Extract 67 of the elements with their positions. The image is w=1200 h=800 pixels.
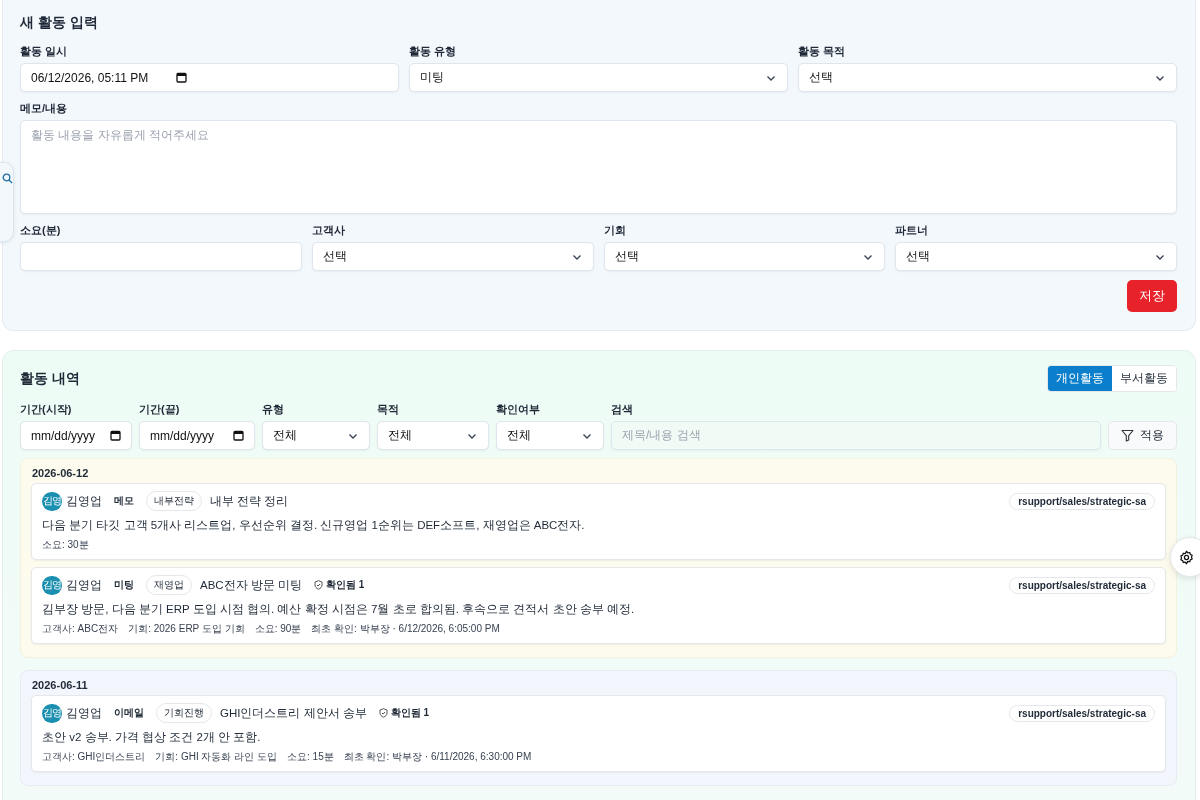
activity-type: 메모 [114, 494, 134, 508]
meta-text: 소요: 15분 [287, 750, 334, 764]
meta-text: 기회: 2026 ERP 도입 기회 [128, 622, 245, 636]
field-label: 활동 목적 [798, 44, 847, 59]
select-dropdown[interactable]: 전체 [262, 421, 370, 450]
settings-icon [1179, 549, 1194, 565]
group-date: 2026-06-12 [32, 467, 90, 479]
field-label: 확인여부 [496, 402, 541, 417]
calendar-icon [110, 430, 121, 441]
input-field[interactable] [20, 242, 302, 271]
meta-text: 소요: 30분 [42, 538, 89, 552]
date-field[interactable]: mm/dd/yyyy [20, 421, 132, 450]
tab[interactable]: 개인활동 [1048, 366, 1112, 391]
save-button[interactable]: 저장 [1127, 280, 1177, 312]
field-label: 메모/내용 [20, 101, 69, 116]
date-field[interactable]: mm/dd/yyyy [139, 421, 255, 450]
shield-check-icon [314, 580, 324, 590]
meta-text: 고객사: GHI인더스트리 [42, 750, 146, 764]
author-name: 김영업 [66, 577, 102, 593]
confirmation-status: 확인됨 1 [326, 578, 365, 592]
author-name: 김영업 [66, 705, 102, 721]
field-label: 유형 [262, 402, 285, 417]
activity-title: GHI인더스트리 제안서 송부 [220, 705, 367, 721]
shield-check-icon [378, 708, 388, 718]
activity-title: ABC전자 방문 미팅 [200, 577, 303, 593]
avatar: 김영 [42, 491, 62, 511]
field-label: 검색 [611, 402, 634, 417]
select-dropdown[interactable]: 선택 [311, 242, 594, 271]
select-dropdown[interactable]: 전체 [496, 421, 604, 450]
meta-text: 소요: 90분 [254, 622, 302, 636]
field-label: 활동 일시 [20, 44, 69, 59]
meta-text: 최초 확인: 박부장 · 6/11/2026, 6:30:00 PM [343, 750, 532, 764]
field-label: 고객사 [311, 223, 346, 238]
select-dropdown[interactable]: 미팅 [409, 63, 788, 92]
form-title: 새 활동 입력 [20, 14, 99, 32]
field-label: 목적 [377, 402, 400, 417]
confirmation-status: 확인됨 1 [390, 706, 430, 720]
activity-description: 초안 v2 송부. 가격 협상 조건 2개 안 포함. [42, 730, 262, 745]
author-name: 김영업 [66, 493, 102, 509]
select-dropdown[interactable]: 선택 [895, 242, 1177, 271]
select-dropdown[interactable]: 선택 [603, 242, 886, 271]
search-icon [2, 173, 13, 184]
meta-text: 고객사: ABC전자 [42, 622, 119, 636]
field-label: 기회 [603, 223, 627, 238]
field-label: 파트너 [895, 223, 930, 238]
select-dropdown[interactable]: 선택 [798, 63, 1177, 92]
section-title: 활동 내역 [20, 369, 80, 388]
activity-title: 내부 전략 정리 [210, 493, 289, 509]
activity-type: 미팅 [114, 578, 134, 592]
calendar-icon [176, 72, 188, 83]
field-label: 활동 유형 [409, 44, 458, 59]
activity-description: 다음 분기 타깃 고객 5개사 리스트업, 우선순위 결정. 신규영업 1순위는 DEF소프트, 재영업은 ABC전자. [42, 518, 586, 533]
activity-description: 김부장 방문, 다음 분기 ERP 도입 시점 협의. 예산 확정 시점은 7월 초로 합의됨. 후속으로 견적서 초안 송부 예정. [42, 602, 636, 617]
select-dropdown[interactable]: 전체 [377, 421, 489, 450]
apply-button[interactable]: 적용 [1108, 421, 1177, 450]
filter-icon [1121, 429, 1134, 442]
field-label: 기간(시작) [20, 402, 73, 417]
meta-text: 최초 확인: 박부장 · 6/12/2026, 6:05:00 PM [311, 622, 500, 636]
field-label: 소요(분) [20, 223, 62, 238]
meta-text: 기회: GHI 자동화 라인 도입 [155, 750, 277, 764]
field-label: 기간(끝) [139, 402, 181, 417]
avatar: 김영 [42, 575, 62, 595]
activity-type: 이메일 [114, 706, 144, 720]
datetime-field[interactable]: 06/12/2026, 05:11 PM [20, 63, 399, 92]
avatar: 김영 [42, 703, 62, 723]
calendar-icon [233, 430, 244, 441]
group-date: 2026-06-11 [32, 679, 89, 691]
